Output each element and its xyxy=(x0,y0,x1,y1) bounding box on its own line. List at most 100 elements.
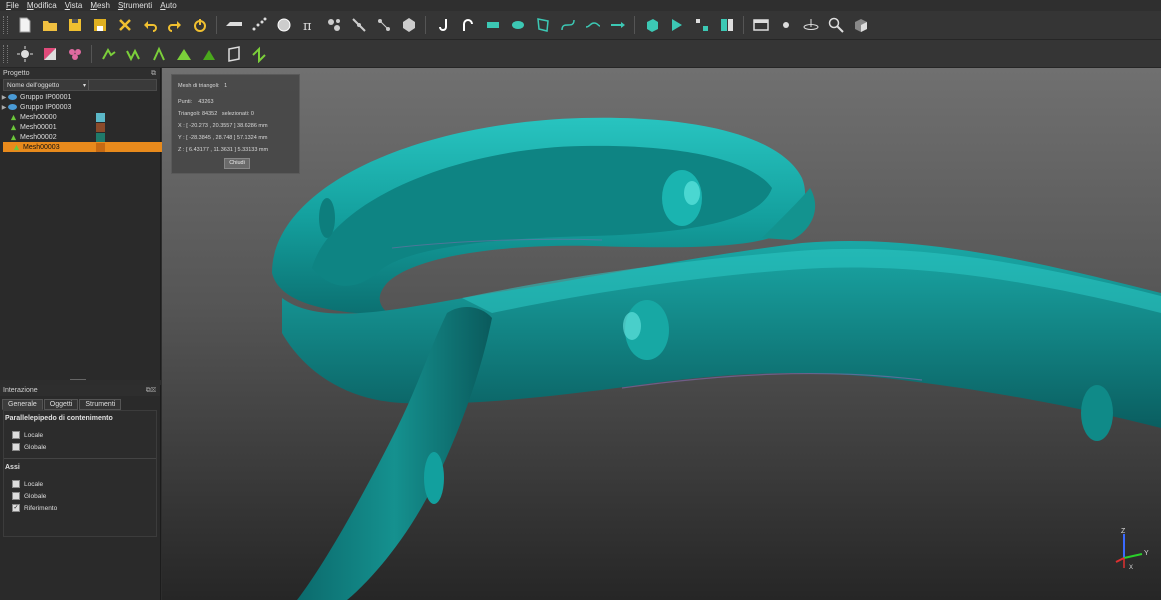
float-close-icon[interactable]: ⧉☒ xyxy=(146,387,156,395)
sphere-icon[interactable] xyxy=(274,15,294,35)
sheet-icon[interactable] xyxy=(224,44,244,64)
tree-item-group[interactable]: ▶ Gruppo IP00001 xyxy=(0,92,160,102)
delete-icon[interactable] xyxy=(115,15,135,35)
tree-item-mesh[interactable]: Mesh00001 xyxy=(0,122,160,132)
toolbar-separator xyxy=(425,16,426,34)
tree-item-label: Mesh00000 xyxy=(20,113,57,121)
view-cube-icon[interactable] xyxy=(851,15,871,35)
align-icon[interactable] xyxy=(99,44,119,64)
pi-icon[interactable]: π xyxy=(299,15,319,35)
3d-viewport[interactable] xyxy=(162,68,1161,600)
tab-general[interactable]: Generale xyxy=(2,399,43,410)
tree-item-mesh-selected[interactable]: Mesh00003 xyxy=(3,142,167,152)
svg-text:π: π xyxy=(303,19,312,34)
float-panel-icon[interactable]: ⧉ xyxy=(151,70,156,78)
toolbar-grip[interactable] xyxy=(3,16,8,34)
menu-view[interactable]: Vista xyxy=(65,1,83,10)
save-icon[interactable] xyxy=(65,15,85,35)
undo-icon[interactable] xyxy=(140,15,160,35)
spline-icon[interactable] xyxy=(583,15,603,35)
molecule-icon[interactable] xyxy=(324,15,344,35)
menu-file[interactable]: File xyxy=(6,1,19,10)
mesh-color-swatch[interactable] xyxy=(96,142,105,152)
mesh-bump xyxy=(684,181,700,205)
visibility-eye-icon[interactable] xyxy=(8,94,17,100)
tree-item-mesh[interactable]: Mesh00000 xyxy=(0,112,160,122)
open-folder-icon[interactable] xyxy=(40,15,60,35)
mesh-color-swatch[interactable] xyxy=(96,122,105,132)
bbox-local-checkbox[interactable]: Locale xyxy=(4,429,156,441)
tree-column-header[interactable]: Nome dell'oggetto ▾ xyxy=(3,79,157,91)
bbox-global-checkbox[interactable]: Globale xyxy=(4,441,156,453)
menu-tools[interactable]: Strumenti xyxy=(118,1,152,10)
z-range-row: Z : [ 6.43177 , 11.3631 ] 5.33133 mm xyxy=(178,147,269,153)
sort-chevron-icon[interactable]: ▾ xyxy=(83,82,86,89)
window-icon[interactable] xyxy=(751,15,771,35)
visibility-eye-icon[interactable] xyxy=(8,104,17,110)
axes-local-checkbox[interactable]: Locale xyxy=(4,478,156,490)
light-icon[interactable] xyxy=(15,44,35,64)
mesh-color-swatch[interactable] xyxy=(96,112,105,122)
axes-global-checkbox[interactable]: Globale xyxy=(4,490,156,502)
object-tree: ▶ Gruppo IP00001 ▶ Gruppo IP00003 Mesh00… xyxy=(0,92,167,152)
zoom-icon[interactable] xyxy=(826,15,846,35)
panel-resize-handle[interactable] xyxy=(70,379,86,380)
toolbar-grip[interactable] xyxy=(3,44,8,63)
tree-item-group[interactable]: ▶ Gruppo IP00003 xyxy=(0,102,160,112)
mesh-color-swatch[interactable] xyxy=(96,132,105,142)
checkbox-icon[interactable] xyxy=(12,492,20,500)
hook-icon[interactable] xyxy=(433,15,453,35)
cube-rotate-icon[interactable] xyxy=(642,15,662,35)
axes-reference-checkbox[interactable]: ✓ Riferimento xyxy=(4,502,156,514)
menu-bar: File Modifica Vista Mesh Strumenti Strum… xyxy=(0,0,1161,11)
hexagon-icon[interactable] xyxy=(399,15,419,35)
menu-mesh[interactable]: Mesh xyxy=(90,1,110,10)
power-icon[interactable] xyxy=(190,15,210,35)
turntable-icon[interactable] xyxy=(801,15,821,35)
flower-icon[interactable] xyxy=(65,44,85,64)
tab-objects[interactable]: Oggetti xyxy=(43,399,79,410)
freeform-icon[interactable] xyxy=(558,15,578,35)
menu-edit[interactable]: Modifica xyxy=(27,1,57,10)
checkbox-icon[interactable] xyxy=(12,431,20,439)
connect-icon[interactable] xyxy=(349,15,369,35)
polygon-icon[interactable] xyxy=(533,15,553,35)
expand-arrow-icon[interactable]: ▶ xyxy=(0,94,8,101)
merge-icon[interactable] xyxy=(174,44,194,64)
menu-auto-label[interactable]: Auto xyxy=(160,1,176,10)
triangle-icon[interactable] xyxy=(667,15,687,35)
checkbox-icon[interactable] xyxy=(12,443,20,451)
curve-icon[interactable] xyxy=(458,15,478,35)
transform-icon[interactable] xyxy=(692,15,712,35)
layers-icon[interactable] xyxy=(717,15,737,35)
new-file-icon[interactable] xyxy=(15,15,35,35)
axis-x-label: X xyxy=(1129,565,1133,571)
smooth-icon[interactable] xyxy=(249,44,269,64)
register-icon[interactable] xyxy=(124,44,144,64)
pin-icon[interactable] xyxy=(776,15,796,35)
mesh-icon xyxy=(13,144,20,150)
tree-item-mesh[interactable]: Mesh00002 xyxy=(0,132,160,142)
checkmark-icon[interactable]: ✓ xyxy=(12,504,20,512)
interaction-panel-title: Interazione xyxy=(3,387,38,394)
plane-icon[interactable] xyxy=(483,15,503,35)
fill-icon[interactable] xyxy=(199,44,219,64)
viewport-canvas[interactable] xyxy=(162,68,1161,600)
secondary-toolbar xyxy=(0,40,1161,68)
points-icon[interactable] xyxy=(249,15,269,35)
checkbox-label: Globale xyxy=(24,492,47,500)
line-icon[interactable] xyxy=(608,15,628,35)
split-icon[interactable] xyxy=(374,15,394,35)
fit-icon[interactable] xyxy=(149,44,169,64)
expand-arrow-icon[interactable]: ▶ xyxy=(0,104,8,111)
scan-icon[interactable] xyxy=(224,15,244,35)
close-button[interactable]: Chiudi xyxy=(224,158,250,169)
color-gradient-icon[interactable] xyxy=(40,44,60,64)
tree-item-label: Mesh00003 xyxy=(23,143,60,151)
checkbox-icon[interactable] xyxy=(12,480,20,488)
mesh-count-row: Mesh di triangoli: 1 xyxy=(178,83,228,89)
ellipse-icon[interactable] xyxy=(508,15,528,35)
redo-icon[interactable] xyxy=(165,15,185,35)
save-as-icon[interactable] xyxy=(90,15,110,35)
tab-tools[interactable]: Strumenti xyxy=(79,399,122,410)
